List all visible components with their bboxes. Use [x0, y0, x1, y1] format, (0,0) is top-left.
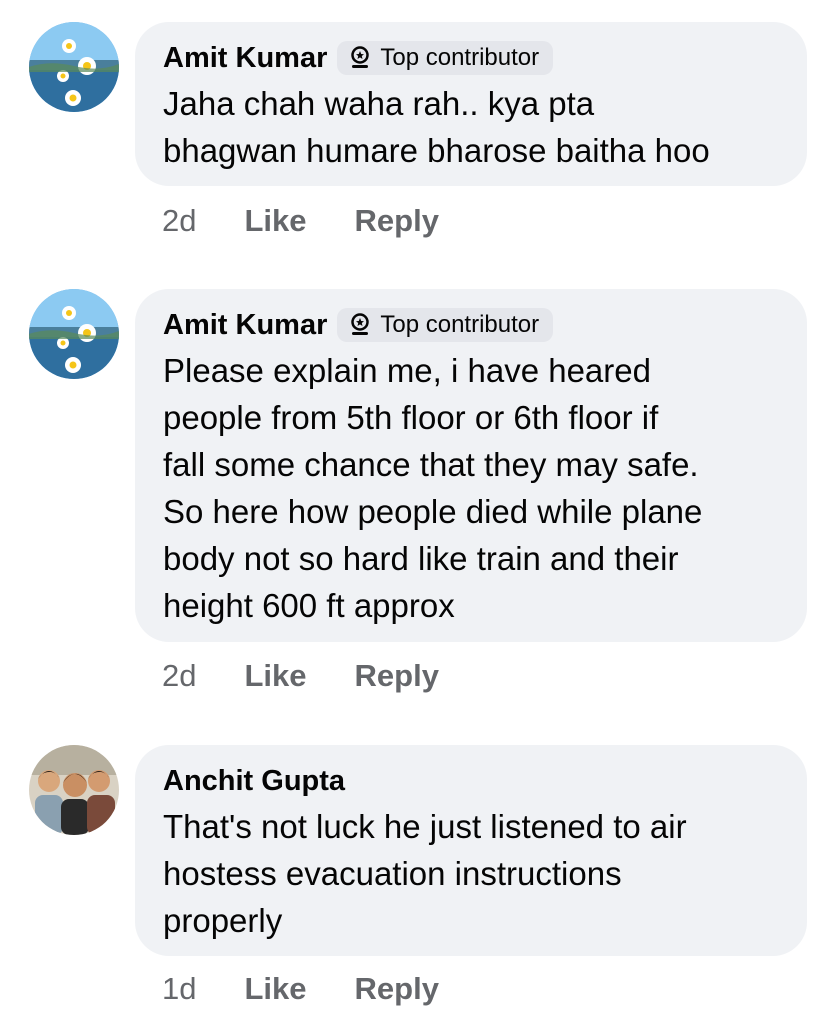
like-button[interactable]: Like — [244, 658, 306, 694]
timestamp[interactable]: 2d — [162, 658, 196, 694]
comment-text-line: fall some chance that they may safe. — [163, 446, 699, 483]
comment-text: Please explain me, i have heared people … — [163, 347, 777, 629]
comment-actions: 2d Like Reply — [162, 203, 487, 239]
comment-actions: 2d Like Reply — [162, 658, 487, 694]
comment-text-line: height 600 ft approx — [163, 587, 455, 624]
comment-text-line: bhagwan humare bharose baitha hoo — [163, 132, 710, 169]
top-contributor-icon — [351, 313, 370, 335]
avatar[interactable] — [29, 289, 119, 379]
avatar[interactable] — [29, 22, 119, 112]
avatar-image — [29, 289, 119, 379]
comment-header: Anchit Gupta — [163, 763, 777, 799]
comment-header: Amit Kumar Top contributor — [163, 40, 777, 76]
comment-text-line: people from 5th floor or 6th floor if — [163, 399, 659, 436]
comment-text-line: properly — [163, 902, 283, 939]
comment-header: Amit Kumar Top contributor — [163, 307, 777, 343]
comment-bubble: Amit Kumar Top contributor Please explai… — [135, 289, 807, 642]
comment-text-line: That's not luck he just listened to air — [163, 808, 687, 845]
timestamp[interactable]: 2d — [162, 203, 196, 239]
author-name[interactable]: Amit Kumar — [163, 309, 327, 342]
reply-button[interactable]: Reply — [355, 203, 439, 239]
like-button[interactable]: Like — [244, 203, 306, 239]
top-contributor-badge[interactable]: Top contributor — [337, 41, 554, 75]
badge-label: Top contributor — [380, 311, 540, 338]
top-contributor-icon — [351, 46, 370, 68]
comment-text-line: So here how people died while plane — [163, 493, 703, 530]
top-contributor-badge[interactable]: Top contributor — [337, 308, 554, 342]
comment-text-line: body not so hard like train and their — [163, 540, 679, 577]
badge-label: Top contributor — [380, 44, 540, 71]
comment-text: Jaha chah waha rah.. kya pta bhagwan hum… — [163, 80, 777, 174]
comment-bubble: Anchit Gupta That's not luck he just lis… — [135, 745, 807, 956]
avatar-image — [29, 745, 119, 835]
author-name[interactable]: Amit Kumar — [163, 42, 327, 75]
like-button[interactable]: Like — [244, 971, 306, 1007]
comment-text-line: Please explain me, i have heared — [163, 352, 651, 389]
timestamp[interactable]: 1d — [162, 971, 196, 1007]
comment-text-line: hostess evacuation instructions — [163, 855, 622, 892]
avatar-image — [29, 22, 119, 112]
author-name[interactable]: Anchit Gupta — [163, 765, 345, 798]
comment-text: That's not luck he just listened to air … — [163, 803, 777, 944]
comment-bubble: Amit Kumar Top contributor Jaha chah wah… — [135, 22, 807, 186]
comment-text-line: Jaha chah waha rah.. kya pta — [163, 85, 595, 122]
comment-actions: 1d Like Reply — [162, 971, 487, 1007]
reply-button[interactable]: Reply — [355, 971, 439, 1007]
reply-button[interactable]: Reply — [355, 658, 439, 694]
avatar[interactable] — [29, 745, 119, 835]
